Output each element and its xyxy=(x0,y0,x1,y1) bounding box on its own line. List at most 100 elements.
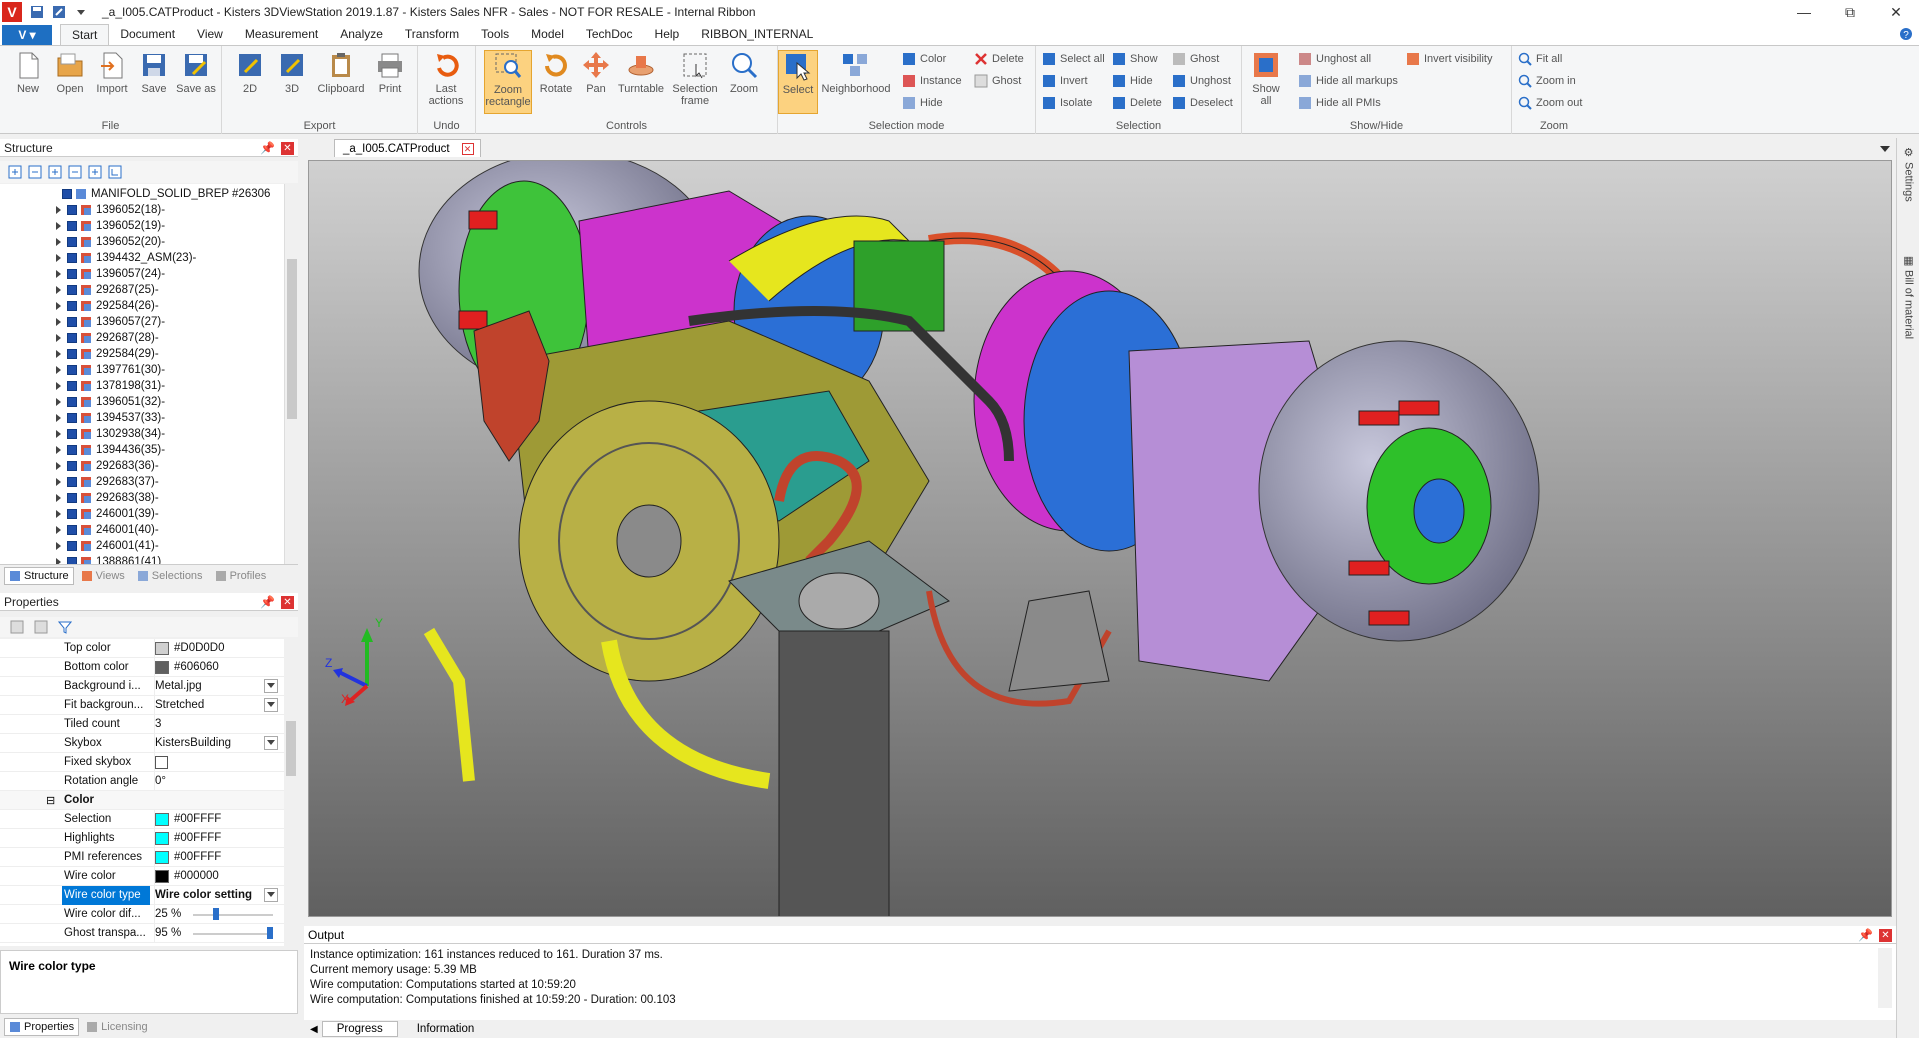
quick-edit-icon[interactable] xyxy=(50,3,68,21)
close-document-button[interactable]: ✕ xyxy=(461,142,474,155)
tab-progress[interactable]: Progress xyxy=(321,1021,398,1037)
prop-section-color[interactable]: ⊟ Color xyxy=(0,791,284,810)
expand-level-icon[interactable] xyxy=(48,165,62,179)
zoom-button[interactable]: Zoom xyxy=(724,50,764,95)
tree-item[interactable]: 246001(40)- xyxy=(56,522,159,538)
close-structure-button[interactable]: ✕ xyxy=(281,141,294,155)
tab-document[interactable]: Document xyxy=(109,24,186,45)
tree-item[interactable]: 246001(39)- xyxy=(56,506,159,522)
rotate-button[interactable]: Rotate xyxy=(536,50,576,95)
expand-arrow-icon[interactable] xyxy=(56,206,61,214)
chevron-down-icon[interactable] xyxy=(264,735,278,750)
fixed-skybox-checkbox[interactable] xyxy=(155,755,168,769)
help-icon[interactable]: ? xyxy=(1899,27,1913,41)
tab-model[interactable]: Model xyxy=(520,24,575,45)
last-actions-button[interactable]: Last actions xyxy=(426,50,466,107)
hide-all-pmis-button[interactable]: Hide all PMIs xyxy=(1298,94,1381,112)
prop-row[interactable]: Rotation angle 0° xyxy=(0,771,284,791)
prop-row[interactable]: Wire color #000000 xyxy=(0,866,284,886)
turntable-button[interactable]: Turntable xyxy=(616,50,666,95)
scroll-left-icon[interactable]: ◀ xyxy=(310,1024,318,1035)
tab-ribbon-internal[interactable]: RIBBON_INTERNAL xyxy=(690,24,824,45)
prop-row[interactable]: Fixed skybox xyxy=(0,752,284,772)
fit-all-button[interactable]: Fit all xyxy=(1518,50,1562,68)
save-button[interactable]: Save xyxy=(134,50,174,95)
filter-icon[interactable] xyxy=(58,620,72,634)
quick-access-dropdown-icon[interactable] xyxy=(72,3,90,21)
tree-item[interactable]: 292584(26)- xyxy=(56,298,159,314)
tab-structure[interactable]: Structure xyxy=(4,566,74,585)
export-3d-button[interactable]: 3D xyxy=(272,50,312,95)
tree-item[interactable]: 292687(25)- xyxy=(56,282,159,298)
prop-row[interactable]: Bottom color #606060 xyxy=(0,657,284,677)
tab-profiles[interactable]: Profiles xyxy=(210,567,272,585)
tree-item[interactable]: 292683(38)- xyxy=(56,490,159,506)
expand-arrow-icon[interactable] xyxy=(56,238,61,246)
expand-arrow-icon[interactable] xyxy=(56,366,61,374)
expand-arrow-icon[interactable] xyxy=(56,302,61,310)
delete-button[interactable]: Delete xyxy=(1112,94,1162,112)
tab-views[interactable]: Views xyxy=(76,567,130,585)
tree-item[interactable]: 1378198(31)- xyxy=(56,378,165,394)
color-swatch[interactable] xyxy=(155,869,169,883)
tab-properties[interactable]: Properties xyxy=(4,1018,80,1036)
expand-arrow-icon[interactable] xyxy=(56,462,61,470)
tree-item[interactable]: 1302938(34)- xyxy=(56,426,165,442)
select-button[interactable]: Select xyxy=(778,50,818,114)
pan-button[interactable]: Pan xyxy=(576,50,616,95)
expand-arrow-icon[interactable] xyxy=(56,430,61,438)
prop-row[interactable]: Fit backgroun... Stretched xyxy=(0,695,284,715)
tab-techdoc[interactable]: TechDoc xyxy=(575,24,644,45)
tab-measurement[interactable]: Measurement xyxy=(234,24,329,45)
tree-item[interactable]: 1396052(18)- xyxy=(56,202,165,218)
collapse-section-icon[interactable]: ⊟ xyxy=(46,794,55,807)
tree-item[interactable]: 1397761(30)- xyxy=(56,362,165,378)
mode-delete-button[interactable]: Delete xyxy=(974,50,1024,68)
expand-arrow-icon[interactable] xyxy=(56,254,61,262)
close-button[interactable]: ✕ xyxy=(1873,0,1919,24)
tab-information[interactable]: Information xyxy=(402,1021,490,1037)
tree-item[interactable]: 292683(36)- xyxy=(56,458,159,474)
prop-row[interactable]: Wire color dif... 25 % xyxy=(0,904,284,924)
close-output-button[interactable]: ✕ xyxy=(1879,928,1892,942)
pin-icon[interactable]: 📌 xyxy=(260,595,275,609)
tree-item[interactable]: 1396051(32)- xyxy=(56,394,165,410)
ghost-transparency-slider[interactable] xyxy=(193,927,274,939)
tree-item[interactable]: 292683(37)- xyxy=(56,474,159,490)
collapse-level-icon[interactable] xyxy=(68,165,82,179)
import-button[interactable]: Import xyxy=(92,50,132,95)
tree-item[interactable]: 1388861(41) xyxy=(56,554,161,564)
tree-item[interactable]: MANIFOLD_SOLID_BREP #26306 xyxy=(62,186,270,202)
tree-options-icon[interactable] xyxy=(108,165,122,179)
properties-scrollbar[interactable] xyxy=(284,639,298,946)
invert-button[interactable]: Invert xyxy=(1042,72,1088,90)
output-scrollbar[interactable] xyxy=(1878,948,1892,1008)
expand-selected-icon[interactable] xyxy=(88,165,102,179)
expand-arrow-icon[interactable] xyxy=(56,382,61,390)
tree-item[interactable]: 1396057(24)- xyxy=(56,266,165,282)
hide-button[interactable]: Hide xyxy=(1112,72,1153,90)
mode-color-button[interactable]: Color xyxy=(902,50,946,68)
properties-scroll-thumb[interactable] xyxy=(286,721,296,776)
color-swatch[interactable] xyxy=(155,660,169,674)
prop-row[interactable]: Selection #00FFFF xyxy=(0,809,284,829)
expand-arrow-icon[interactable] xyxy=(56,286,61,294)
expand-arrow-icon[interactable] xyxy=(56,318,61,326)
expand-all-icon[interactable] xyxy=(8,165,22,179)
tab-licensing[interactable]: Licensing xyxy=(81,1018,152,1036)
tab-transform[interactable]: Transform xyxy=(394,24,470,45)
tab-tools[interactable]: Tools xyxy=(470,24,520,45)
mode-ghost-button[interactable]: Ghost xyxy=(974,72,1021,90)
unghost-all-button[interactable]: Unghost all xyxy=(1298,50,1371,68)
pin-icon[interactable]: 📌 xyxy=(260,141,275,155)
tab-selections[interactable]: Selections xyxy=(132,567,208,585)
document-menu-icon[interactable] xyxy=(1880,143,1890,157)
selection-frame-button[interactable]: Selection frame xyxy=(670,50,720,107)
expand-arrow-icon[interactable] xyxy=(56,222,61,230)
chevron-down-icon[interactable] xyxy=(264,887,278,902)
app-menu-button[interactable]: V ▾ xyxy=(2,25,52,45)
prop-row[interactable]: Skybox KistersBuilding xyxy=(0,733,284,753)
pin-icon[interactable]: 📌 xyxy=(1858,928,1873,942)
categorized-icon[interactable] xyxy=(10,620,24,634)
expand-arrow-icon[interactable] xyxy=(56,270,61,278)
